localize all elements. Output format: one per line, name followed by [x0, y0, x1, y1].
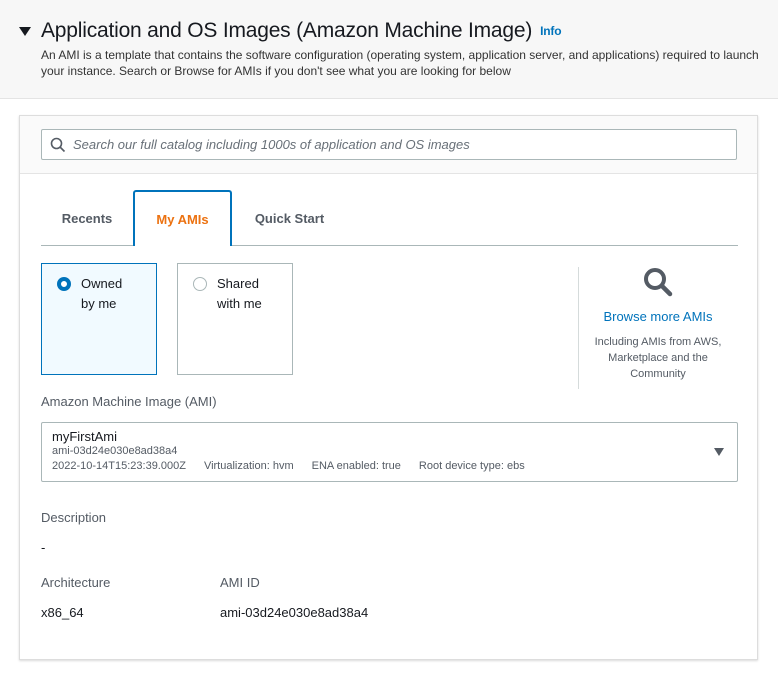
ami-id-label: AMI ID [220, 575, 260, 590]
ami-ena: ENA enabled: true [311, 460, 401, 472]
collapse-caret-icon[interactable] [19, 27, 31, 36]
option-label: by me [81, 296, 117, 311]
option-label: Owned [81, 276, 123, 291]
ami-date: 2022-10-14T15:23:39.000Z [52, 460, 186, 472]
tab-quick-start[interactable]: Quick Start [232, 190, 347, 246]
tab-recents[interactable]: Recents [41, 190, 133, 246]
architecture-value: x86_64 [41, 605, 84, 620]
ami-select[interactable]: myFirstAmi ami-03d24e030e8ad38a4 2022-10… [41, 422, 738, 482]
magnifier-icon [644, 268, 673, 297]
ami-select-label: Amazon Machine Image (AMI) [41, 394, 217, 409]
search-input[interactable] [73, 130, 723, 159]
divider [578, 267, 579, 389]
ami-id-value: ami-03d24e030e8ad38a4 [220, 605, 369, 620]
ami-root-device: Root device type: ebs [418, 460, 525, 472]
ami-name: myFirstAmi [52, 429, 117, 444]
radio-owned-by-me[interactable] [57, 277, 71, 291]
ami-card: Recents My AMIs Quick Start Owned by me … [19, 115, 758, 660]
owned-by-me-option[interactable]: Owned by me [41, 263, 157, 375]
search-box[interactable] [41, 129, 737, 160]
browse-note: Including AMIs from AWS, Marketplace and… [594, 336, 722, 380]
browse-more-amis-link[interactable]: Browse more AMIs [588, 309, 728, 324]
ami-virtualization: Virtualization: hvm [203, 460, 294, 472]
search-icon [50, 137, 66, 153]
section-title: Application and OS Images (Amazon Machin… [41, 19, 562, 43]
section-header: Application and OS Images (Amazon Machin… [0, 0, 778, 99]
info-link[interactable]: Info [540, 24, 561, 38]
ami-id: ami-03d24e030e8ad38a4 [52, 445, 178, 457]
browse-more-panel: Browse more AMIs Including AMIs from AWS… [588, 266, 728, 382]
description-value: - [41, 540, 46, 555]
search-area [20, 116, 757, 174]
dropdown-caret-icon [714, 448, 724, 456]
section-description: An AMI is a template that contains the s… [41, 48, 759, 78]
radio-shared-with-me[interactable] [193, 277, 207, 291]
architecture-label: Architecture [41, 575, 111, 590]
description-label: Description [41, 510, 107, 525]
title-text: Application and OS Images (Amazon Machin… [41, 19, 533, 42]
tab-my-amis[interactable]: My AMIs [133, 190, 232, 246]
option-label: with me [217, 296, 262, 311]
ami-meta: 2022-10-14T15:23:39.000Z Virtualization: … [52, 459, 727, 474]
ami-tabs: Recents My AMIs Quick Start [41, 190, 738, 246]
option-label: Shared [217, 276, 259, 291]
shared-with-me-option[interactable]: Shared with me [177, 263, 293, 375]
